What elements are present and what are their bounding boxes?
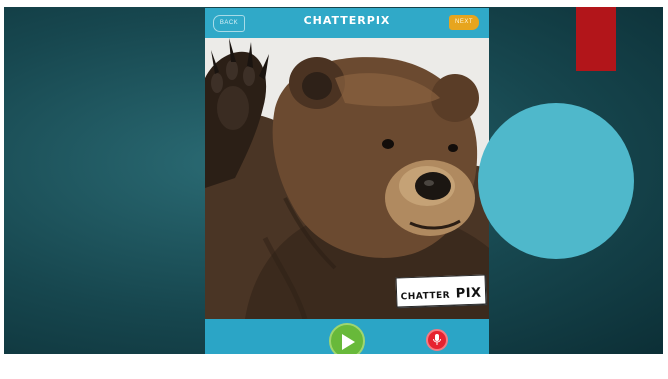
next-button[interactable]: NEXT bbox=[449, 15, 479, 30]
app-top-bar: BACK CHATTERPIX NEXT bbox=[205, 8, 489, 38]
logo-word-chatter: CHATTER bbox=[400, 290, 451, 303]
chatterpix-app-screenshot: BACK CHATTERPIX NEXT CHATTER PIX bbox=[205, 8, 489, 354]
play-icon bbox=[342, 334, 355, 350]
app-bottom-bar bbox=[205, 319, 489, 354]
chatterpix-logo: CHATTER PIX bbox=[395, 274, 487, 308]
logo-word-pix: PIX bbox=[455, 285, 482, 302]
app-title: CHATTERPIX bbox=[303, 14, 391, 27]
microphone-icon bbox=[433, 334, 441, 345]
red-accent-rectangle bbox=[576, 7, 616, 71]
bear-photo: CHATTER PIX bbox=[205, 38, 489, 319]
teal-accent-circle bbox=[478, 103, 634, 259]
record-button[interactable] bbox=[426, 329, 448, 351]
presentation-slide: BACK CHATTERPIX NEXT CHATTER PIX bbox=[4, 7, 663, 354]
play-button[interactable] bbox=[329, 323, 365, 354]
